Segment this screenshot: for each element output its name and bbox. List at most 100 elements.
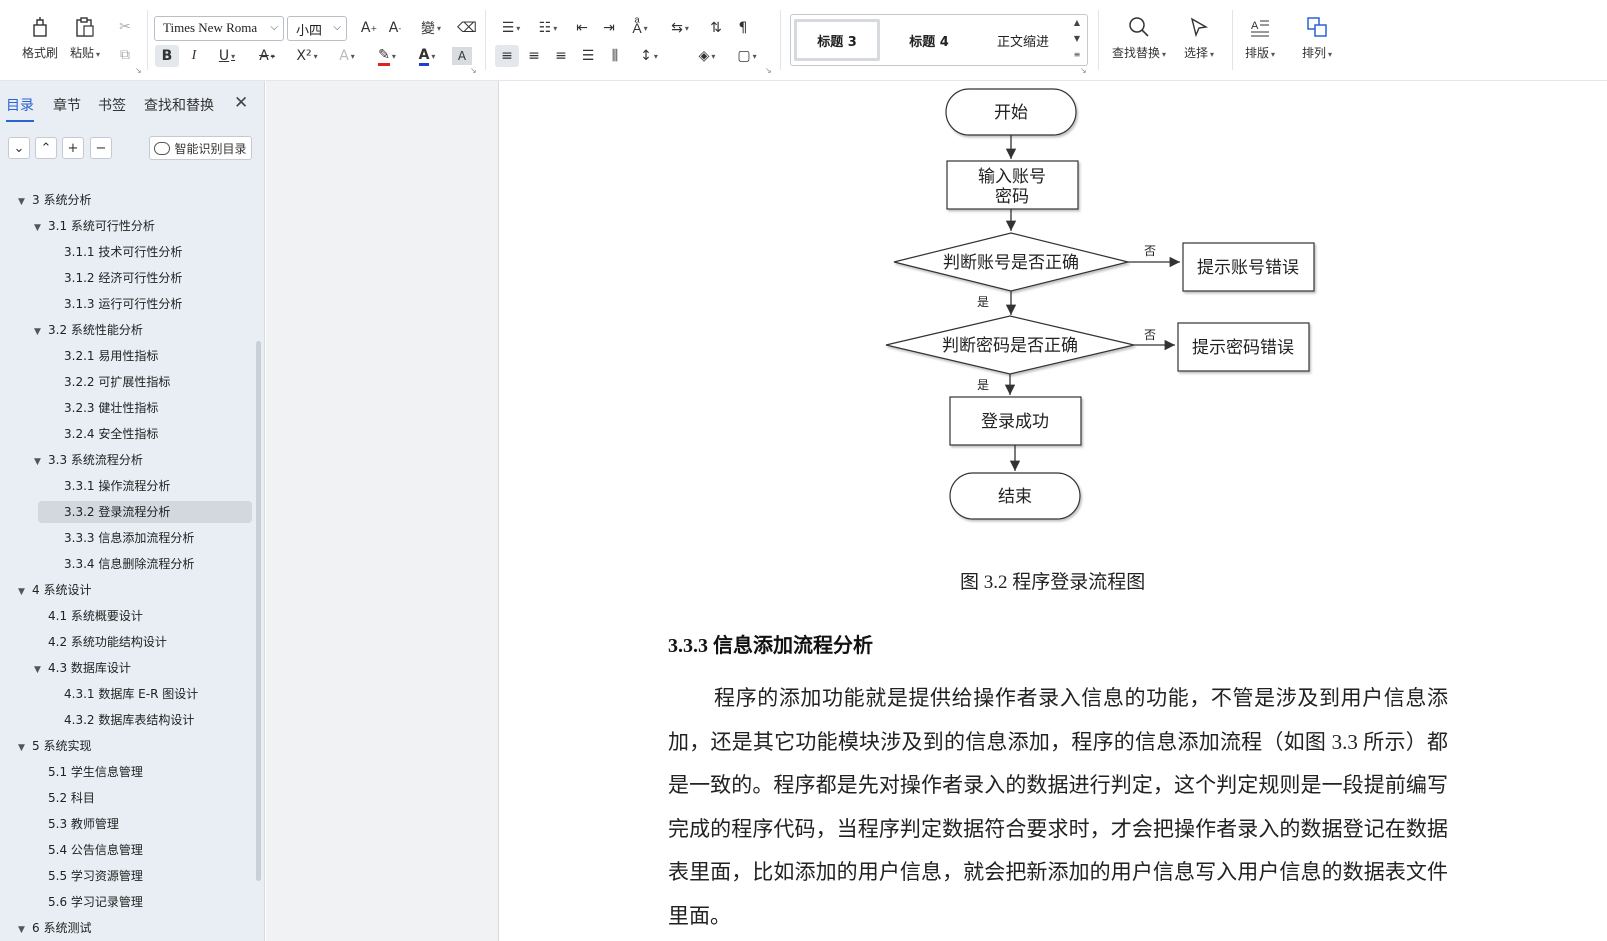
- clipboard-expand-icon[interactable]: ↘: [135, 66, 142, 75]
- shading-button[interactable]: ◈ ▾: [690, 45, 724, 67]
- font-size-select[interactable]: 小四 ⌵: [287, 16, 347, 41]
- toc-item[interactable]: 3.3.2 登录流程分析: [38, 501, 252, 523]
- align-right-button[interactable]: ≡: [549, 45, 573, 67]
- document-page[interactable]: 开始 输入账号 密码 判断账号是否正确 否 提示账号错误 是 判断密码是否正确 …: [500, 81, 1607, 941]
- add-heading-button[interactable]: +: [62, 137, 84, 159]
- border-button[interactable]: ▢ ▾: [730, 45, 764, 67]
- separator: [1098, 10, 1099, 70]
- expand-triangle-icon[interactable]: ▼: [34, 321, 48, 343]
- toc-item[interactable]: 3.3.4 信息删除流程分析: [64, 553, 194, 575]
- clear-format-icon[interactable]: ⌫: [455, 17, 479, 39]
- show-marks-icon[interactable]: ¶: [731, 17, 755, 39]
- nav-scrollbar[interactable]: [256, 341, 261, 881]
- decrease-indent-icon[interactable]: ⇤: [570, 17, 594, 39]
- shrink-font-icon[interactable]: A-: [383, 17, 407, 39]
- toc-item[interactable]: 3.2.3 健壮性指标: [64, 397, 158, 419]
- toc-item[interactable]: ▼ 3.2 系统性能分析: [34, 319, 143, 341]
- style-body-indent[interactable]: 正文缩进: [977, 19, 1069, 61]
- paragraph-expand-icon[interactable]: ↘: [765, 66, 772, 75]
- line-spacing-button[interactable]: ↕ ▾: [632, 45, 666, 67]
- font-expand-icon[interactable]: ↘: [470, 66, 477, 75]
- toc-item-label: 5.5 学习资源管理: [48, 869, 143, 883]
- align-center-button[interactable]: ≡: [522, 45, 546, 67]
- find-replace-button[interactable]: 查找替换 ▾: [1112, 14, 1166, 61]
- more-styles-icon[interactable]: ≡: [1071, 50, 1083, 59]
- toc-item[interactable]: 3.2.1 易用性指标: [64, 345, 158, 367]
- justify-button[interactable]: ☰: [576, 45, 600, 67]
- tab-bookmarks[interactable]: 书签: [98, 95, 126, 115]
- toc-item[interactable]: 5.5 学习资源管理: [48, 865, 143, 887]
- toc-item[interactable]: 5.4 公告信息管理: [48, 839, 143, 861]
- font-name-select[interactable]: Times New Roma ⌵: [154, 16, 284, 41]
- styles-expand-icon[interactable]: ↘: [1080, 66, 1087, 75]
- sort-direction-icon[interactable]: ⇆ ▾: [664, 17, 696, 39]
- grow-font-icon[interactable]: A +: [357, 17, 381, 39]
- expand-triangle-icon[interactable]: ▼: [34, 217, 48, 239]
- toc-item[interactable]: 4.3.2 数据库表结构设计: [64, 709, 194, 731]
- style-heading-3[interactable]: 标题 3: [794, 19, 880, 61]
- toc-item[interactable]: ▼ 3 系统分析: [18, 189, 91, 211]
- phonetic-guide-icon[interactable]: 變 ▾: [413, 17, 449, 39]
- toc-item[interactable]: 4.3.1 数据库 E-R 图设计: [64, 683, 198, 705]
- toc-item[interactable]: ▼ 4 系统设计: [18, 579, 91, 601]
- toc-item[interactable]: 5.3 教师管理: [48, 813, 119, 835]
- highlight-color-button[interactable]: ✎ ▾: [370, 45, 404, 67]
- collapse-down-button[interactable]: ⌄: [8, 137, 30, 159]
- increase-indent-icon[interactable]: ⇥: [597, 17, 621, 39]
- smart-toc-button[interactable]: 智能识别目录: [149, 136, 252, 160]
- toc-item[interactable]: ▼ 4.3 数据库设计: [34, 657, 131, 679]
- text-effect-button[interactable]: A ▾: [330, 45, 364, 67]
- chevron-up-icon[interactable]: ▲: [1071, 18, 1083, 27]
- bold-button[interactable]: B: [155, 45, 179, 67]
- expand-triangle-icon[interactable]: ▼: [18, 191, 32, 213]
- toc-item[interactable]: 5.6 学习记录管理: [48, 891, 143, 913]
- toc-item[interactable]: 4.2 系统功能结构设计: [48, 631, 167, 653]
- toc-item[interactable]: ▼ 3.1 系统可行性分析: [34, 215, 155, 237]
- superscript-button[interactable]: X² ▾: [290, 45, 324, 67]
- close-icon[interactable]: ✕: [234, 93, 248, 113]
- italic-button[interactable]: I: [182, 45, 206, 67]
- align-left-button[interactable]: ≡: [495, 45, 519, 67]
- expand-triangle-icon[interactable]: ▼: [18, 581, 32, 603]
- sort-icon[interactable]: ⇅: [704, 17, 728, 39]
- distributed-align-button[interactable]: ⫼: [603, 45, 627, 67]
- numbered-list-icon[interactable]: ☷ ▾: [532, 17, 564, 39]
- expand-triangle-icon[interactable]: ▼: [34, 451, 48, 473]
- arrange-button[interactable]: 排列 ▾: [1302, 14, 1332, 61]
- toc-item[interactable]: 3.1.3 运行可行性分析: [64, 293, 182, 315]
- toc-item[interactable]: 5.2 科目: [48, 787, 95, 809]
- toc-item[interactable]: 3.1.2 经济可行性分析: [64, 267, 182, 289]
- tab-toc[interactable]: 目录: [6, 95, 34, 122]
- cut-icon[interactable]: ✂: [113, 16, 137, 38]
- toc-item[interactable]: ▼ 3.3 系统流程分析: [34, 449, 143, 471]
- toc-item[interactable]: 3.3.1 操作流程分析: [64, 475, 170, 497]
- strikethrough-button[interactable]: A ▾: [250, 45, 284, 67]
- style-heading-4[interactable]: 标题 4: [886, 19, 972, 61]
- expand-triangle-icon[interactable]: ▼: [18, 919, 32, 941]
- underline-button[interactable]: U ▾: [210, 45, 244, 67]
- bullet-list-icon[interactable]: ☰ ▾: [495, 17, 527, 39]
- toc-item[interactable]: 3.2.2 可扩展性指标: [64, 371, 170, 393]
- expand-triangle-icon[interactable]: ▼: [34, 659, 48, 681]
- chevron-down-icon[interactable]: ▼: [1071, 34, 1083, 43]
- toc-item[interactable]: 3.1.1 技术可行性分析: [64, 241, 182, 263]
- paste-button[interactable]: 粘贴 ▾: [70, 14, 100, 61]
- select-button[interactable]: 选择 ▾: [1184, 14, 1214, 61]
- font-color-button[interactable]: A ▾: [410, 45, 444, 67]
- text-direction-icon[interactable]: Aͣ ▾: [624, 17, 656, 39]
- copy-icon[interactable]: ⧉: [113, 44, 137, 66]
- expand-triangle-icon[interactable]: ▼: [18, 737, 32, 759]
- toc-item[interactable]: 5.1 学生信息管理: [48, 761, 143, 783]
- remove-heading-button[interactable]: −: [90, 137, 112, 159]
- toc-item[interactable]: ▼ 5 系统实现: [18, 735, 91, 757]
- toc-item[interactable]: ▼ 6 系统测试: [18, 917, 91, 939]
- layout-button[interactable]: A 排版 ▾: [1245, 14, 1275, 61]
- format-painter-button[interactable]: 格式刷: [22, 14, 58, 61]
- toc-item[interactable]: 3.3.3 信息添加流程分析: [64, 527, 194, 549]
- toc-item[interactable]: 4.1 系统概要设计: [48, 605, 143, 627]
- tab-find-replace[interactable]: 查找和替换: [144, 95, 214, 115]
- tab-chapters[interactable]: 章节: [53, 95, 81, 115]
- promote-up-button[interactable]: ⌃: [35, 137, 57, 159]
- toc-item[interactable]: 3.2.4 安全性指标: [64, 423, 158, 445]
- char-shading-button[interactable]: A: [452, 47, 472, 65]
